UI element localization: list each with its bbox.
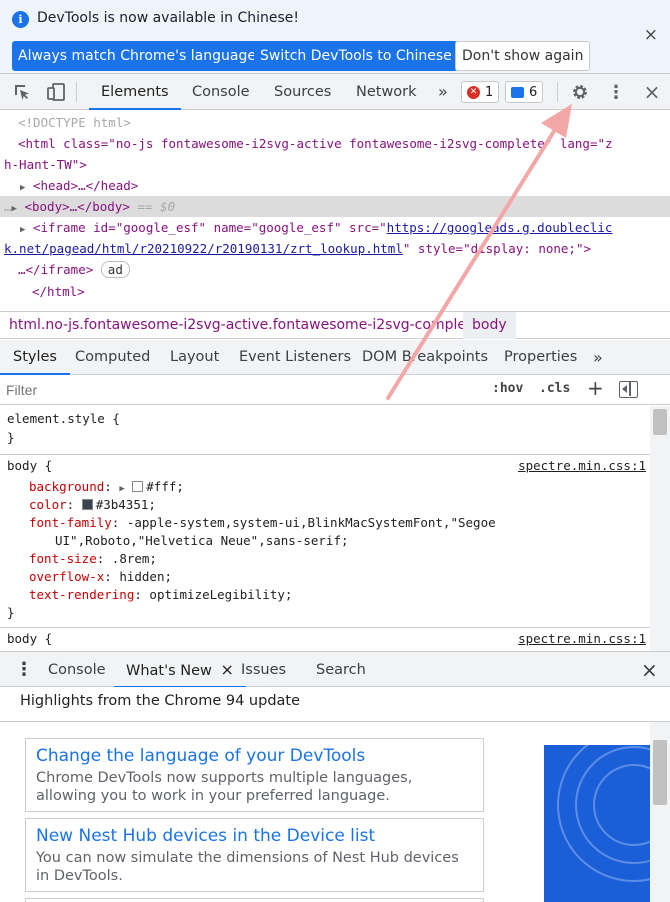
- messages-badge[interactable]: 6: [505, 81, 544, 103]
- errors-badge[interactable]: ✕ 1: [461, 81, 500, 103]
- html-open-node[interactable]: <html class="no-js fontawesome-i2svg-act…: [18, 133, 613, 154]
- style-property-font-size[interactable]: font-size: .8rem;: [29, 551, 157, 566]
- main-toolbar: Elements Console Sources Network » ✕ 1 6…: [0, 74, 670, 110]
- styles-filter-bar: :hov .cls +: [0, 375, 670, 405]
- errors-count: 1: [485, 84, 494, 100]
- whats-new-card[interactable]: Change the language of your DevTools Chr…: [25, 738, 484, 812]
- new-style-rule-button[interactable]: +: [587, 376, 604, 400]
- iframe-src-link-cont[interactable]: k.net/pagead/html/r20210922/r20190131/zr…: [4, 241, 403, 256]
- whats-new-card[interactable]: New Nest Hub devices in the Device list …: [25, 818, 484, 892]
- tab-network[interactable]: Network: [356, 74, 417, 110]
- switch-to-chinese-button[interactable]: Switch DevTools to Chinese: [254, 41, 458, 71]
- tab-computed[interactable]: Computed: [75, 340, 150, 375]
- messages-count: 6: [529, 84, 538, 100]
- dom-tree: <!DOCTYPE html> <html class="no-js fonta…: [0, 110, 670, 310]
- expand-triangle-icon[interactable]: ▶: [20, 225, 25, 235]
- infobar-message: DevTools is now available in Chinese!: [37, 10, 299, 26]
- info-icon: i: [12, 11, 29, 28]
- tab-sources[interactable]: Sources: [274, 74, 331, 110]
- breadcrumb-html[interactable]: html.no-js.fontawesome-i2svg-active.font…: [9, 312, 480, 339]
- tab-dom-breakpoints[interactable]: DOM Breakpoints: [362, 340, 488, 375]
- styles-filter-input[interactable]: [6, 379, 306, 401]
- rule1-source-link[interactable]: spectre.min.css:1: [518, 458, 646, 473]
- iframe-node-wrap: k.net/pagead/html/r20210922/r20190131/zr…: [4, 241, 592, 256]
- card-title[interactable]: New Nest Hub devices in the Device list: [36, 825, 473, 847]
- styles-scrollbar[interactable]: [650, 406, 670, 651]
- close-devtools-icon[interactable]: ×: [640, 74, 664, 110]
- drawer-tab-whats-new[interactable]: What's New ×: [114, 652, 246, 688]
- style-property-color[interactable]: color: #3b4351;: [29, 497, 156, 512]
- video-thumbnail-image[interactable]: [544, 745, 650, 902]
- more-options-kebab-icon[interactable]: ⋮: [604, 74, 628, 110]
- whats-new-heading: Highlights from the Chrome 94 update: [20, 693, 301, 709]
- drawer-tab-search[interactable]: Search: [316, 652, 366, 688]
- settings-gear-icon[interactable]: [568, 74, 592, 110]
- selected-marker: == $0: [137, 199, 176, 214]
- tab-layout[interactable]: Layout: [170, 340, 219, 375]
- breadcrumb-body[interactable]: body: [463, 312, 516, 339]
- whats-new-card[interactable]: [25, 898, 484, 902]
- styles-scrollbar-thumb[interactable]: [653, 409, 667, 435]
- drawer-tab-console[interactable]: Console: [48, 652, 106, 688]
- drawer-tab-issues[interactable]: Issues: [241, 652, 286, 688]
- inspect-element-icon[interactable]: [10, 74, 34, 110]
- color-swatch-white[interactable]: [132, 481, 144, 492]
- style-property-font-family-wrap: UI",Roboto,"Helvetica Neue",sans-serif;: [55, 533, 349, 548]
- style-property-overflow-x[interactable]: overflow-x: hidden;: [29, 569, 172, 584]
- expand-triangle-icon[interactable]: ▶: [12, 204, 17, 214]
- whats-new-panel: Highlights from the Chrome 94 update Cha…: [0, 687, 670, 902]
- iframe-src-link[interactable]: https://googleads.g.doubleclic: [387, 220, 613, 235]
- message-icon: [511, 86, 524, 98]
- drawer-scrollbar[interactable]: [650, 722, 670, 902]
- tab-console[interactable]: Console: [192, 74, 250, 110]
- tab-styles[interactable]: Styles: [0, 340, 70, 375]
- html-close-node[interactable]: </html>: [32, 281, 85, 302]
- styles-pane: element.style { } body { spectre.min.css…: [0, 406, 650, 651]
- rule2-selector[interactable]: body {: [7, 631, 52, 646]
- body-dots: …: [4, 199, 12, 214]
- breadcrumb: html.no-js.fontawesome-i2svg-active.font…: [0, 311, 670, 339]
- style-property-font-family[interactable]: font-family: -apple-system,system-ui,Bli…: [29, 515, 496, 530]
- rule1-selector[interactable]: body {: [7, 458, 52, 473]
- tab-properties[interactable]: Properties: [504, 340, 577, 375]
- always-match-language-button[interactable]: Always match Chrome's language: [12, 41, 262, 71]
- error-icon: ✕: [467, 85, 480, 99]
- class-toggle[interactable]: .cls: [539, 381, 570, 396]
- element-style-close: }: [7, 430, 15, 445]
- ad-badge: ad: [100, 261, 130, 278]
- device-toolbar-icon[interactable]: [44, 74, 68, 110]
- close-drawer-icon[interactable]: ×: [641, 652, 658, 688]
- color-swatch-dark[interactable]: [81, 499, 93, 510]
- rule1-close: }: [7, 605, 15, 620]
- more-style-tabs-icon[interactable]: »: [593, 340, 603, 375]
- infobar-close-icon[interactable]: ×: [644, 25, 658, 45]
- styles-tabbar: Styles Computed Layout Event Listeners D…: [0, 340, 670, 375]
- drawer-tabbar: ⋮ Console What's New × Issues Search ×: [0, 651, 670, 688]
- iframe-close-node: …</iframe> ad: [18, 259, 130, 280]
- dont-show-again-button[interactable]: Don't show again: [455, 41, 591, 71]
- style-property-background[interactable]: background: ▶ #fff;: [29, 479, 184, 494]
- close-whats-new-icon[interactable]: ×: [220, 660, 233, 679]
- card-description: Chrome DevTools now supports multiple la…: [36, 770, 413, 804]
- element-style-selector[interactable]: element.style {: [7, 411, 120, 426]
- drawer-scrollbar-thumb[interactable]: [653, 740, 667, 805]
- drawer-menu-kebab-icon[interactable]: ⋮: [15, 652, 33, 688]
- more-tabs-icon[interactable]: »: [438, 74, 448, 110]
- expand-triangle-icon[interactable]: ▶: [20, 183, 25, 193]
- style-property-text-rendering[interactable]: text-rendering: optimizeLegibility;: [29, 587, 292, 602]
- tab-event-listeners[interactable]: Event Listeners: [239, 340, 351, 375]
- tab-elements[interactable]: Elements: [89, 74, 181, 110]
- card-title[interactable]: Change the language of your DevTools: [36, 745, 473, 767]
- card-description: You can now simulate the dimensions of N…: [36, 850, 459, 884]
- hover-state-toggle[interactable]: :hov: [492, 381, 523, 396]
- language-infobar: i DevTools is now available in Chinese! …: [0, 0, 670, 74]
- html-open-node-wrap: h-Hant-TW">: [4, 157, 87, 172]
- rule2-source-link[interactable]: spectre.min.css:1: [518, 631, 646, 646]
- doctype-node[interactable]: <!DOCTYPE html>: [18, 112, 131, 133]
- toggle-sidebar-icon[interactable]: [619, 381, 638, 398]
